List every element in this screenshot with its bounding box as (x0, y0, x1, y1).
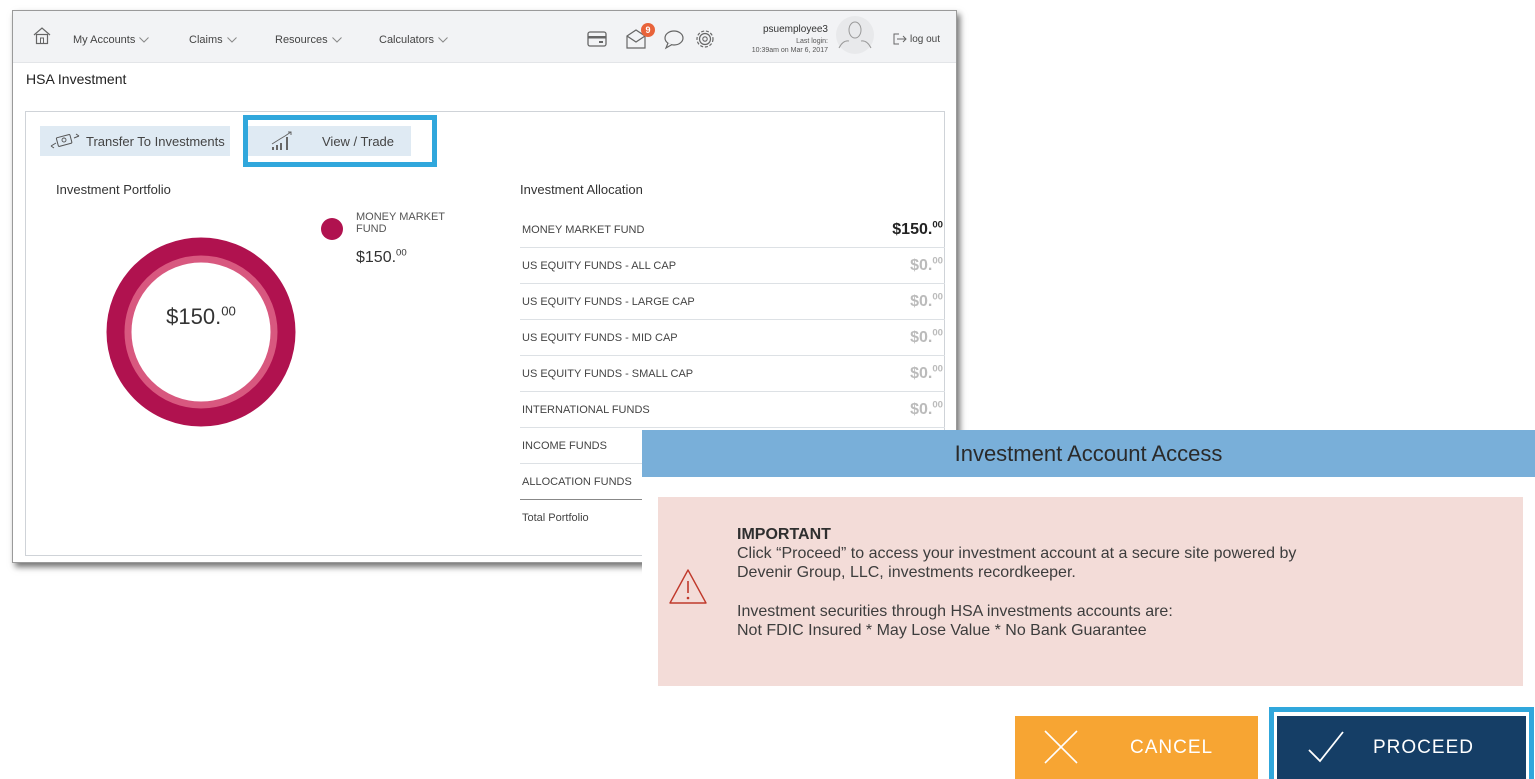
nav-resources-label: Resources (275, 34, 328, 46)
last-login-label: Last login: (796, 38, 828, 45)
home-icon[interactable] (31, 25, 53, 47)
table-row: INTERNATIONAL FUNDS $0.00 (520, 392, 945, 428)
table-row: US EQUITY FUNDS - LARGE CAP $0.00 (520, 284, 945, 320)
portfolio-total-whole: $150. (166, 304, 222, 329)
fund-name: US EQUITY FUNDS - LARGE CAP (522, 295, 695, 308)
fund-value: $0.00 (910, 363, 945, 383)
nav-claims-label: Claims (189, 34, 223, 46)
fund-value-whole: $0. (910, 328, 933, 346)
fund-value-whole: $0. (910, 400, 933, 418)
notification-badge: 9 (641, 23, 655, 37)
cancel-button[interactable]: CANCEL (1015, 716, 1258, 779)
fund-name: US EQUITY FUNDS - MID CAP (522, 331, 678, 344)
legend-name: MONEY MARKET FUND (356, 211, 445, 235)
notice-line-4: Not FDIC Insured * May Lose Value * No B… (737, 622, 1147, 639)
nav-resources[interactable]: Resources (275, 34, 342, 46)
fund-value-cents: 00 (932, 363, 943, 375)
fund-value-whole: $0. (910, 364, 933, 382)
chat-icon[interactable] (663, 28, 685, 50)
nav-my-accounts[interactable]: My Accounts (73, 34, 150, 46)
check-icon (1308, 731, 1344, 763)
chevron-down-icon (331, 37, 342, 43)
fund-value: $0.00 (910, 399, 945, 419)
fund-value: $0.00 (910, 255, 945, 275)
important-notice: IMPORTANT Click “Proceed” to access your… (658, 497, 1523, 686)
fund-name: ALLOCATION FUNDS (522, 475, 632, 488)
warning-icon (669, 569, 707, 604)
top-nav-bar: My Accounts Claims Resources Calculators… (13, 11, 956, 63)
fund-value-cents: 00 (932, 219, 943, 231)
fund-name: US EQUITY FUNDS - ALL CAP (522, 259, 677, 272)
chevron-down-icon (438, 37, 448, 43)
portfolio-total-cents: 00 (221, 303, 236, 319)
transfer-label: Transfer To Investments (86, 133, 225, 149)
fund-value: $0.00 (910, 291, 945, 311)
fund-value-whole: $150. (892, 220, 933, 238)
nav-claims[interactable]: Claims (189, 34, 237, 46)
fund-value-cents: 00 (932, 327, 943, 339)
fund-value: $0.00 (910, 327, 945, 347)
nav-my-accounts-label: My Accounts (73, 34, 136, 46)
nav-calculators[interactable]: Calculators (379, 34, 448, 46)
table-row: US EQUITY FUNDS - ALL CAP $0.00 (520, 248, 945, 284)
notice-line-1: Click “Proceed” to access your investmen… (737, 545, 1297, 562)
proceed-button[interactable]: PROCEED (1277, 716, 1526, 779)
cancel-label: CANCEL (1130, 737, 1214, 758)
table-row: MONEY MARKET FUND $150.00 (520, 212, 945, 248)
transfer-to-investments-button[interactable]: Transfer To Investments (40, 126, 230, 156)
legend-swatch (321, 218, 343, 240)
investment-access-modal: Investment Account Access IMPORTANT Clic… (642, 430, 1535, 779)
total-portfolio-label: Total Portfolio (522, 512, 589, 524)
legend-value: $150.00 (356, 247, 407, 267)
nav-calculators-label: Calculators (379, 34, 435, 46)
portfolio-total: $150.00 (106, 304, 296, 330)
proceed-label: PROCEED (1373, 737, 1474, 758)
close-icon (1044, 730, 1078, 764)
fund-name: MONEY MARKET FUND (522, 223, 645, 236)
last-login: Last login: 10:39am on Mar 6, 2017 (752, 37, 828, 55)
logout-link[interactable]: log out (893, 33, 940, 45)
fund-name: US EQUITY FUNDS - SMALL CAP (522, 367, 694, 380)
notice-title: IMPORTANT (737, 526, 831, 543)
chevron-down-icon (139, 37, 150, 43)
fund-value-whole: $0. (910, 256, 933, 274)
transfer-icon (50, 133, 80, 149)
fund-value-whole: $0. (910, 292, 933, 310)
logout-icon (893, 33, 907, 45)
fund-name: INTERNATIONAL FUNDS (522, 403, 650, 416)
portfolio-donut-chart (106, 237, 296, 427)
page-title: HSA Investment (26, 71, 127, 87)
gear-icon[interactable] (694, 28, 716, 50)
notice-line-2: Devenir Group, LLC, investments recordke… (737, 564, 1076, 581)
notice-line-3: Investment securities through HSA invest… (737, 603, 1173, 620)
table-row: US EQUITY FUNDS - MID CAP $0.00 (520, 320, 945, 356)
allocation-heading: Investment Allocation (520, 182, 643, 197)
modal-title: Investment Account Access (642, 430, 1535, 477)
legend-value-whole: $150. (356, 249, 397, 266)
fund-value: $150.00 (892, 219, 945, 239)
legend-value-cents: 00 (396, 247, 407, 259)
card-icon[interactable] (586, 28, 608, 50)
fund-value-cents: 00 (932, 291, 943, 303)
user-name: psuemployee3 (762, 24, 828, 35)
chevron-down-icon (226, 37, 237, 43)
portfolio-heading: Investment Portfolio (56, 182, 171, 197)
avatar-icon[interactable] (835, 15, 875, 55)
table-row: US EQUITY FUNDS - SMALL CAP $0.00 (520, 356, 945, 392)
last-login-value: 10:39am on Mar 6, 2017 (751, 47, 828, 54)
logout-label: log out (910, 33, 941, 45)
fund-value-cents: 00 (932, 399, 943, 411)
view-trade-highlight (243, 115, 437, 167)
fund-name: INCOME FUNDS (522, 439, 607, 452)
fund-value-cents: 00 (932, 255, 943, 267)
